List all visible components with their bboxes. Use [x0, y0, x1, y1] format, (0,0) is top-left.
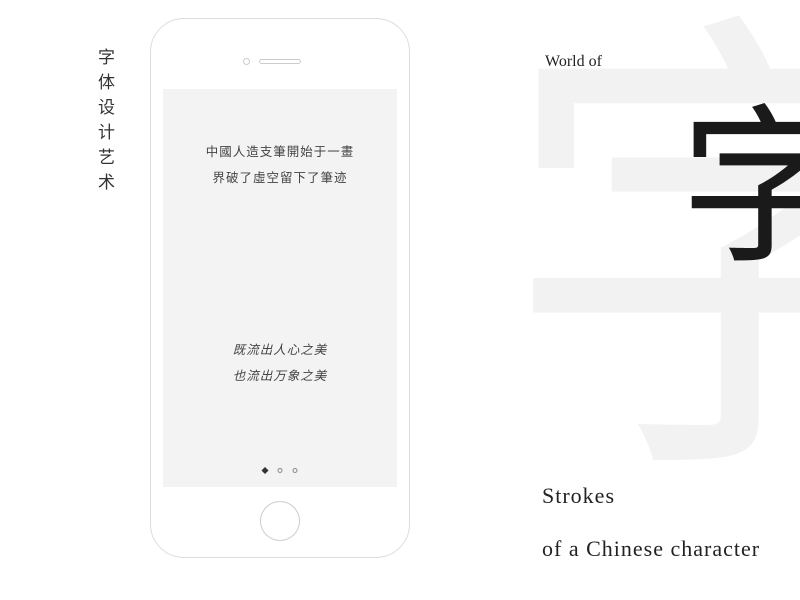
bottom-title-line: Strokes: [542, 470, 760, 523]
page-dot-3[interactable]: [293, 468, 298, 473]
page-dot-2[interactable]: [278, 468, 283, 473]
page-dot-1[interactable]: [261, 467, 268, 474]
screen-text-lower: 既流出人心之美 也流出万象之美: [233, 337, 328, 390]
screen-line: 界破了虛空留下了筆迹: [206, 165, 355, 191]
screen-line: 也流出万象之美: [233, 363, 328, 389]
foreground-character: 字: [680, 105, 800, 275]
phone-camera-icon: [243, 58, 250, 65]
phone-mockup: 中國人造支筆開始于一畫 界破了虛空留下了筆迹 既流出人心之美 也流出万象之美: [150, 18, 410, 558]
screen-line: 中國人造支筆開始于一畫: [206, 139, 355, 165]
phone-speaker-icon: [259, 59, 301, 64]
bottom-title: Strokes of a Chinese character: [542, 470, 760, 576]
home-button[interactable]: [260, 501, 300, 541]
screen-text-upper: 中國人造支筆開始于一畫 界破了虛空留下了筆迹: [206, 139, 355, 192]
screen-line: 既流出人心之美: [233, 337, 328, 363]
bottom-title-line: of a Chinese character: [542, 523, 760, 576]
phone-screen: 中國人造支筆開始于一畫 界破了虛空留下了筆迹 既流出人心之美 也流出万象之美: [163, 89, 397, 487]
page-indicator[interactable]: [263, 468, 298, 473]
side-title-vertical: 字体设计艺术: [92, 48, 117, 198]
